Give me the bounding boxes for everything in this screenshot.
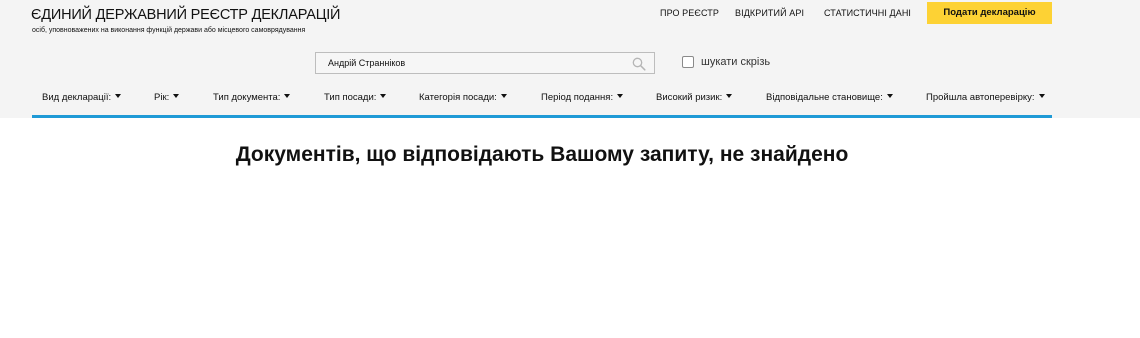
caret-down-icon [115, 94, 122, 99]
search-icon[interactable] [632, 57, 646, 71]
filter-label: Високий ризик: [656, 92, 723, 103]
filter-label: Категорія посади: [419, 92, 497, 103]
site-subtitle: осіб, уповноважених на виконання функцій… [32, 27, 306, 34]
filter-label: Тип документа: [213, 92, 281, 103]
submit-declaration-button[interactable]: Подати декларацію [927, 2, 1052, 24]
search-input[interactable] [316, 53, 628, 73]
search-everywhere-label[interactable]: шукати скрізь [701, 56, 770, 68]
filter-label: Рік: [154, 92, 170, 103]
filter-label: Вид декларації: [42, 92, 112, 103]
filter-submission-period[interactable]: Період подання: [541, 92, 624, 103]
filter-label: Тип посади: [324, 92, 377, 103]
caret-down-icon [284, 94, 291, 99]
filter-label: Період подання: [541, 92, 614, 103]
caret-down-icon [726, 94, 733, 99]
no-results-message: Документів, що відповідають Вашому запит… [235, 143, 849, 166]
caret-down-icon [1038, 94, 1045, 99]
nav-link-open-api[interactable]: ВІДКРИТИЙ API [735, 8, 804, 18]
filter-label: Пройшла автоперевірку: [926, 92, 1035, 103]
caret-down-icon [173, 94, 180, 99]
filter-declaration-type[interactable]: Вид декларації: [42, 92, 122, 103]
nav-link-statistics[interactable]: СТАТИСТИЧНІ ДАНІ [824, 8, 911, 18]
caret-down-icon [500, 94, 507, 99]
filter-document-type[interactable]: Тип документа: [213, 92, 291, 103]
search-box [315, 52, 655, 74]
filter-year[interactable]: Рік: [154, 92, 180, 103]
header-divider [32, 115, 1052, 118]
site-title[interactable]: ЄДИНИЙ ДЕРЖАВНИЙ РЕЄСТР ДЕКЛАРАЦІЙ [31, 7, 340, 23]
nav-link-about[interactable]: ПРО РЕЄСТР [660, 8, 719, 18]
filter-label: Відповідальне становище: [766, 92, 883, 103]
caret-down-icon [886, 94, 893, 99]
filter-position-type[interactable]: Тип посади: [324, 92, 387, 103]
caret-down-icon [380, 94, 387, 99]
caret-down-icon [617, 94, 624, 99]
filter-high-risk[interactable]: Високий ризик: [656, 92, 733, 103]
filter-position-category[interactable]: Категорія посади: [419, 92, 507, 103]
filter-responsible-position[interactable]: Відповідальне становище: [766, 92, 893, 103]
search-everywhere-checkbox[interactable] [682, 56, 694, 68]
filter-auto-check[interactable]: Пройшла автоперевірку: [926, 92, 1045, 103]
